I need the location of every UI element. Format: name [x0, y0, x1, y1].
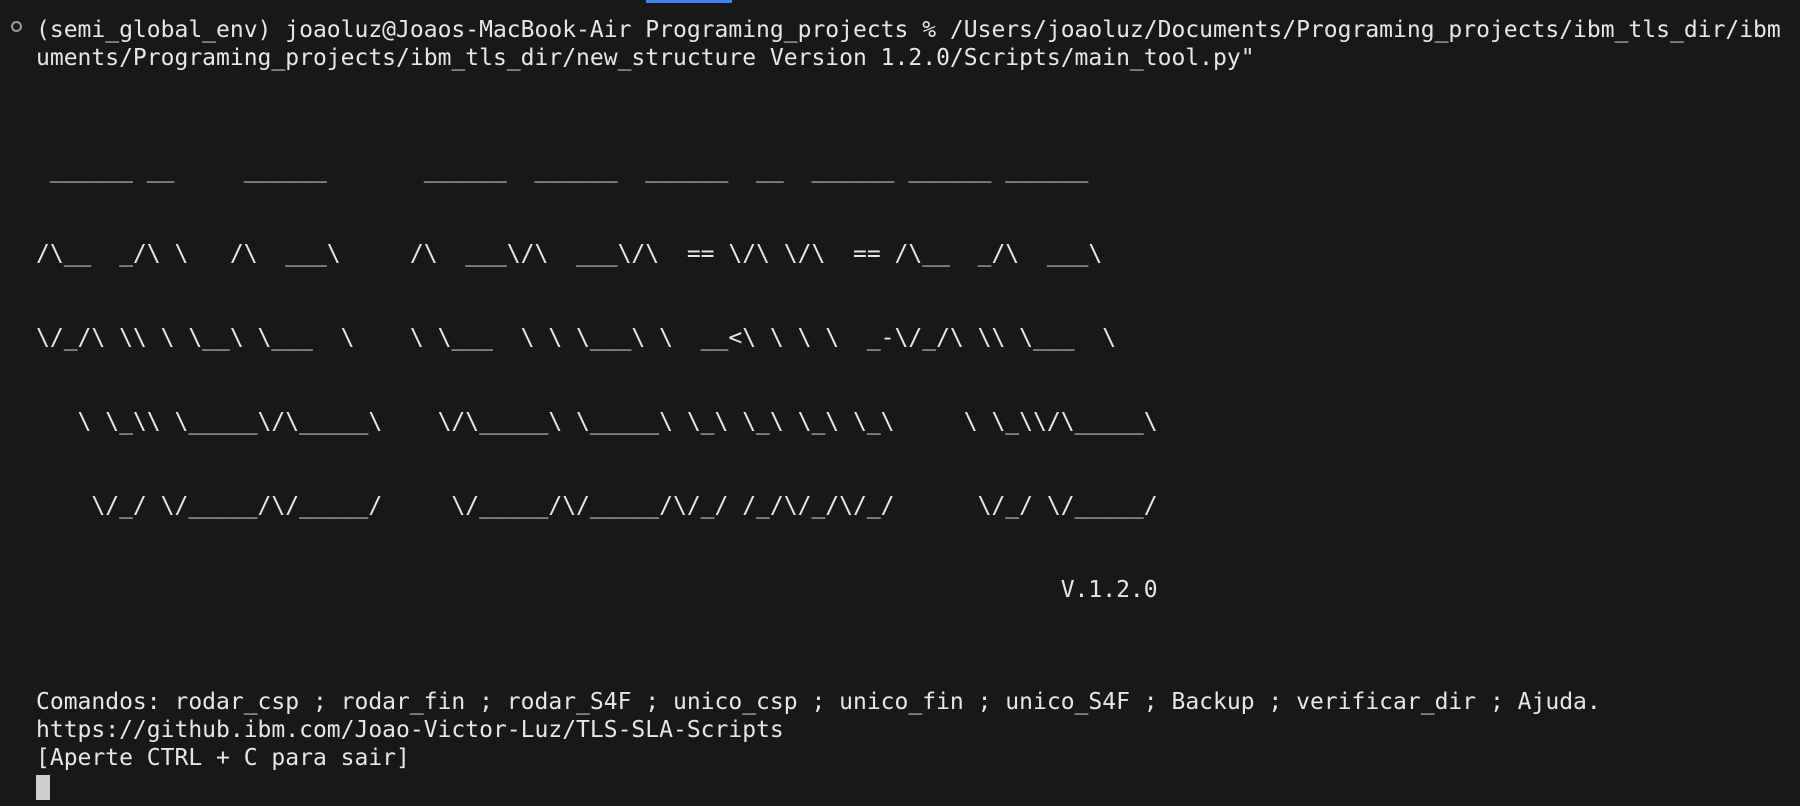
version-label: V.1.2.0: [36, 577, 1158, 603]
active-tab-indicator: [646, 0, 732, 3]
exit-hint: [Aperte CTRL + C para sair]: [36, 745, 410, 771]
repo-link[interactable]: https://github.ibm.com/Joao-Victor-Luz/T…: [36, 716, 1800, 744]
terminal-output: (semi_global_env) joaoluz@Joaos-MacBook-…: [36, 16, 1800, 800]
ascii-banner-line: /\__ _/\ \ /\ ___\ /\ ___\/\ ___\/\ == \…: [36, 241, 1103, 267]
text-cursor: [36, 775, 50, 800]
prompt-command-line-wrap: uments/Programing_projects/ibm_tls_dir/n…: [36, 45, 1255, 71]
input-line[interactable]: [36, 772, 1800, 800]
commands-list: Comandos: rodar_csp ; rodar_fin ; rodar_…: [36, 689, 1601, 715]
prompt-command-line: (semi_global_env) joaoluz@Joaos-MacBook-…: [36, 17, 1781, 43]
ascii-banner-line: \/_/\ \\ \ \__\ \___ \ \ \___ \ \ \___\ …: [36, 325, 1117, 351]
terminal-panel[interactable]: (semi_global_env) joaoluz@Joaos-MacBook-…: [0, 0, 1800, 806]
command-status-icon[interactable]: [11, 21, 22, 32]
ascii-banner-line: ______ __ ______ ______ ______ ______ __…: [36, 157, 1089, 183]
ascii-banner: ______ __ ______ ______ ______ ______ __…: [36, 100, 1800, 660]
ascii-banner-line: \ \_\\ \_____\/\_____\ \/\_____\ \_____\…: [36, 409, 1158, 435]
ascii-banner-line: \/_/ \/_____/\/_____/ \/_____/\/_____/\/…: [36, 493, 1158, 519]
